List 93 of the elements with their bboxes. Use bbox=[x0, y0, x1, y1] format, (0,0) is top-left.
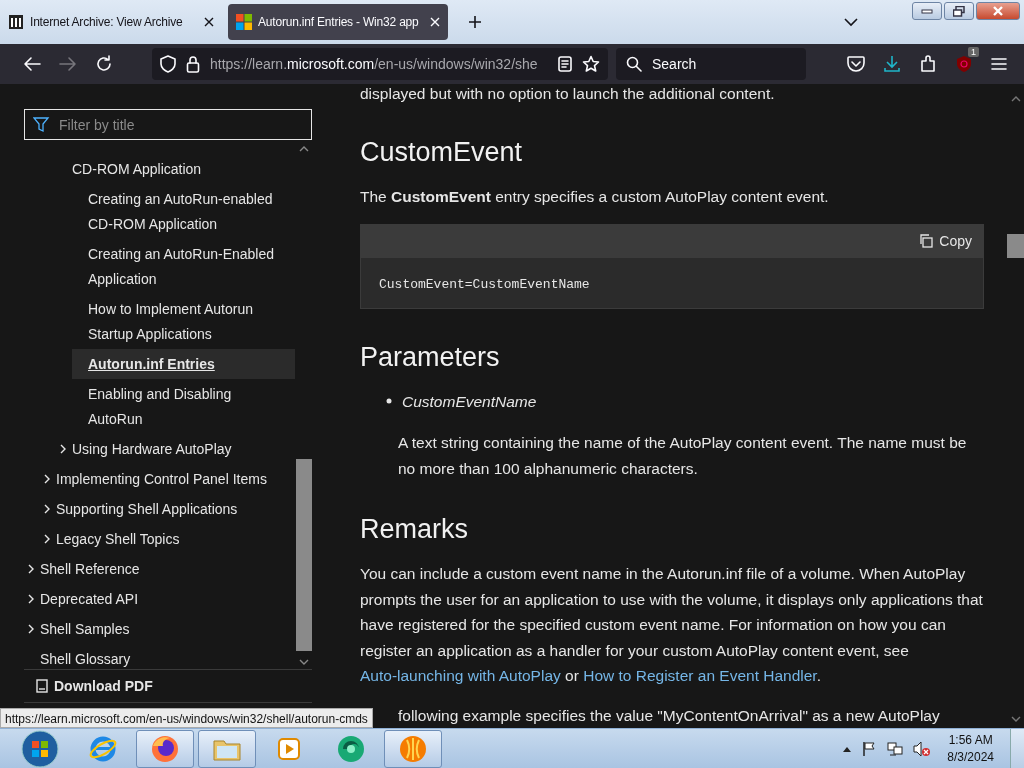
scrollbar-thumb[interactable] bbox=[296, 459, 312, 651]
shield-extension-icon[interactable] bbox=[955, 55, 973, 73]
scroll-down-icon[interactable] bbox=[1010, 716, 1021, 722]
reload-icon[interactable] bbox=[95, 55, 113, 73]
show-hidden-icons-icon[interactable] bbox=[843, 745, 852, 752]
puzzle-icon[interactable] bbox=[919, 55, 937, 73]
restore-button[interactable] bbox=[944, 2, 974, 20]
forward-icon bbox=[59, 56, 77, 72]
clock-time: 1:56 AM bbox=[948, 731, 993, 749]
chevron-right-icon bbox=[43, 533, 51, 545]
status-url: https://learn.microsoft.com/en-us/windows/win32/shell/autorun-cmds bbox=[0, 708, 373, 728]
chevron-right-icon bbox=[59, 443, 67, 455]
pdf-file-icon bbox=[36, 679, 49, 693]
star-icon[interactable] bbox=[582, 55, 600, 73]
tab-title: Internet Archive: View Archive bbox=[30, 15, 184, 29]
speaker-muted-icon[interactable] bbox=[913, 740, 932, 757]
pocket-icon[interactable] bbox=[847, 56, 865, 72]
tree-item[interactable]: CD-ROM Application bbox=[56, 154, 295, 184]
download-icon[interactable] bbox=[883, 55, 901, 73]
close-icon[interactable] bbox=[204, 17, 214, 27]
minimize-icon bbox=[921, 8, 933, 14]
taskbar-button[interactable] bbox=[136, 729, 194, 768]
taskbar-button[interactable] bbox=[384, 729, 442, 768]
columns-icon bbox=[8, 14, 24, 30]
url-text: https://learn.microsoft.com/en-us/windows/win32/she bbox=[210, 56, 539, 72]
link[interactable]: Auto-launching with AutoPlay bbox=[360, 667, 561, 684]
tree-item[interactable]: Legacy Shell Topics bbox=[40, 524, 295, 554]
link[interactable]: How to Register an Event Handler bbox=[583, 667, 817, 684]
tab-title: Autorun.inf Entries - Win32 app bbox=[258, 15, 420, 29]
filter-field[interactable]: Filter by title bbox=[24, 109, 312, 140]
tree-item[interactable]: Shell Glossary bbox=[24, 644, 295, 669]
tree-item[interactable]: Implementing Control Panel Items bbox=[40, 464, 295, 494]
network-icon[interactable] bbox=[887, 740, 904, 757]
new-tab-icon[interactable] bbox=[468, 15, 482, 29]
section-heading: Parameters bbox=[360, 340, 501, 374]
firefox-icon bbox=[150, 733, 180, 764]
paragraph: You can include a custom event name in the Autorun.inf file of a volume. When AutoPlay prompts the user for an application to use with the volume, it displays only applications that have registered for the specified custom event name. For information on how you can register an application as a handler for your custom AutoPlay content event, see Auto-launching with AutoPlay or How to Register an Event Handler. bbox=[360, 564, 984, 686]
tree-item[interactable]: Shell Reference bbox=[24, 554, 295, 584]
tree-item[interactable]: Deprecated API bbox=[24, 584, 295, 614]
code-text: CustomEvent=CustomEventName bbox=[379, 276, 590, 292]
chevron-right-icon bbox=[27, 563, 35, 575]
restore-icon bbox=[953, 5, 965, 17]
tree-item[interactable]: Shell Samples bbox=[24, 614, 295, 644]
section-heading: Remarks bbox=[360, 513, 469, 546]
flag-icon[interactable] bbox=[861, 740, 878, 757]
paragraph: A text string containing the name of the AutoPlay content event. The name must be no more than 100 alphanumeric characters. bbox=[398, 433, 968, 479]
copy-icon bbox=[919, 233, 934, 248]
search-field[interactable]: Search bbox=[650, 55, 790, 73]
browser-tab[interactable]: Autorun.inf Entries - Win32 app bbox=[228, 4, 448, 40]
chevron-right-icon bbox=[43, 473, 51, 485]
parameter-name: CustomEventName bbox=[402, 391, 537, 412]
swirl-icon bbox=[336, 733, 366, 764]
tree-item[interactable]: Using Hardware AutoPlay bbox=[56, 434, 295, 464]
tree-item[interactable]: Autorun.inf Entries bbox=[72, 349, 295, 379]
section-heading: CustomEvent bbox=[360, 136, 524, 169]
scroll-up-icon[interactable] bbox=[299, 146, 309, 152]
search-icon bbox=[626, 56, 642, 72]
tree-item[interactable]: Enabling and Disabling AutoRun bbox=[72, 379, 295, 434]
start-button-icon[interactable] bbox=[20, 728, 60, 768]
windows-logo-icon bbox=[236, 14, 252, 30]
address-bar[interactable]: https://learn.microsoft.com/en-us/windows/win32/she bbox=[152, 48, 608, 80]
scroll-down-icon[interactable] bbox=[299, 659, 309, 665]
tree-item[interactable]: Supporting Shell Applications bbox=[40, 494, 295, 524]
scroll-up-icon[interactable] bbox=[1010, 96, 1021, 102]
back-icon[interactable] bbox=[23, 56, 41, 72]
chevron-right-icon bbox=[27, 623, 35, 635]
bullet-icon bbox=[386, 398, 392, 405]
clock-date: 8/3/2024 bbox=[947, 748, 994, 766]
chevron-down-icon[interactable] bbox=[844, 17, 858, 27]
download-pdf-link[interactable]: Download PDF bbox=[24, 670, 312, 703]
clock[interactable]: 1:56 AM 8/3/2024 bbox=[947, 731, 994, 766]
filter-icon bbox=[33, 116, 51, 133]
ball-icon bbox=[398, 733, 428, 764]
tree-item[interactable]: Creating an AutoRun-Enabled Application bbox=[72, 239, 295, 294]
chevron-right-icon bbox=[43, 503, 51, 515]
chevron-right-icon bbox=[27, 593, 35, 605]
close-icon bbox=[992, 6, 1004, 16]
scrollbar-thumb[interactable] bbox=[1007, 234, 1024, 258]
tree-item[interactable]: How to Implement Autorun Startup Applications bbox=[72, 294, 295, 349]
reader-view-icon[interactable] bbox=[558, 56, 572, 72]
search-bar[interactable]: Search bbox=[616, 48, 806, 80]
tree-item[interactable]: Creating an AutoRun-enabled CD-ROM Application bbox=[72, 184, 295, 239]
close-button[interactable] bbox=[976, 2, 1020, 20]
browser-tab[interactable]: Internet Archive: View Archive bbox=[0, 4, 222, 40]
shield-icon bbox=[160, 55, 176, 73]
paragraph: displayed but with no option to launch the additional content. bbox=[360, 84, 776, 104]
copy-button[interactable]: Copy bbox=[919, 232, 972, 249]
paragraph: The CustomEvent entry specifies a custom AutoPlay content event. bbox=[360, 187, 830, 207]
taskbar-button[interactable] bbox=[198, 729, 256, 768]
menu-icon[interactable] bbox=[991, 57, 1007, 71]
lock-icon bbox=[186, 55, 200, 73]
notification-badge: 1 bbox=[968, 47, 979, 57]
filter-input[interactable]: Filter by title bbox=[57, 115, 303, 134]
